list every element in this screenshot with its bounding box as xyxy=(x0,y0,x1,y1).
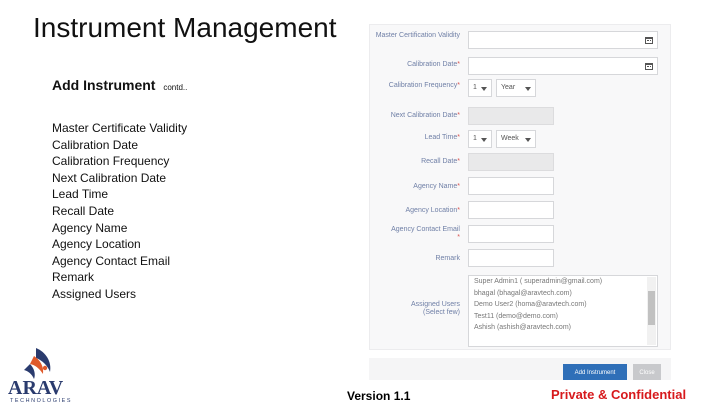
lead-time-label-text: Lead Time xyxy=(424,134,458,141)
recall-date-input xyxy=(468,153,554,171)
field-list-item: Agency Name xyxy=(52,220,128,235)
close-button[interactable]: Close xyxy=(633,364,661,380)
required-mark: * xyxy=(457,61,460,68)
chevron-down-icon xyxy=(525,138,531,142)
agency-email-label: Agency Contact Email * xyxy=(372,226,460,242)
calibration-date-input[interactable] xyxy=(468,57,658,75)
lead-time-unit-value: Week xyxy=(501,135,519,142)
assigned-users-multiselect[interactable]: Super Admin1 ( superadmin@gmail.com) bha… xyxy=(468,275,658,347)
user-option[interactable]: Ashish (ashish@aravtech.com) xyxy=(469,322,657,334)
field-list-item: Lead Time xyxy=(52,187,109,202)
next-calibration-label-text: Next Calibration Date xyxy=(390,112,458,119)
user-option[interactable]: Test11 (demo@demo.com) xyxy=(469,311,657,323)
slide-title: Instrument Management xyxy=(33,12,337,43)
calendar-icon[interactable] xyxy=(645,63,653,70)
next-calibration-label: Next Calibration Date* xyxy=(372,112,460,120)
arav-logo: ARAV TECHNOLOGIES xyxy=(8,348,72,404)
lead-time-number-value: 1 xyxy=(473,135,477,142)
agency-location-label: Agency Location* xyxy=(372,207,461,215)
user-option[interactable]: Super Admin1 ( superadmin@gmail.com) xyxy=(469,276,657,288)
field-list-item: Next Calibration Date xyxy=(52,170,167,185)
required-mark: * xyxy=(457,207,460,214)
lead-time-unit-select[interactable]: Week xyxy=(496,130,536,148)
field-list-item: Recall Date xyxy=(52,203,115,218)
lead-time-label: Lead Time* xyxy=(372,134,460,142)
required-mark: * xyxy=(457,134,460,141)
version-label: Version 1.1 xyxy=(347,389,411,403)
field-list: Master Certificate Validity Calibration … xyxy=(52,120,187,303)
field-list-item: Master Certificate Validity xyxy=(52,121,188,135)
master-cert-label: Master Certification Validity xyxy=(372,32,460,40)
required-mark: * xyxy=(457,112,460,119)
chevron-down-icon xyxy=(481,87,487,91)
users-scrollbar-thumb[interactable] xyxy=(648,291,655,325)
agency-email-label-text: Agency Contact Email xyxy=(391,226,460,233)
chevron-down-icon xyxy=(481,138,487,142)
agency-location-input[interactable] xyxy=(468,201,554,219)
logo-wordmark: ARAV xyxy=(8,377,64,399)
user-option[interactable]: bhagal (bhagal@aravtech.com) xyxy=(469,288,657,300)
user-option[interactable]: Demo User2 (homa@aravtech.com) xyxy=(469,299,657,311)
master-cert-label-text: Master Certification Validity xyxy=(375,32,460,39)
section-heading-text: Add Instrument xyxy=(52,77,156,93)
agency-name-label: Agency Name* xyxy=(372,183,460,191)
calibration-freq-number-value: 1 xyxy=(473,84,477,91)
agency-location-label-text: Agency Location xyxy=(405,207,458,214)
next-calibration-input xyxy=(468,107,554,125)
required-mark: * xyxy=(457,234,460,241)
lead-time-number-select[interactable]: 1 xyxy=(468,130,492,148)
logo-mark xyxy=(24,348,51,379)
field-list-item: Agency Location xyxy=(52,237,141,252)
logo-subtext: TECHNOLOGIES xyxy=(10,398,72,404)
add-instrument-button[interactable]: Add Instrument xyxy=(563,364,627,380)
assigned-users-label-text: Assigned Users xyxy=(410,301,460,308)
required-mark: * xyxy=(457,183,460,190)
calibration-freq-number-select[interactable]: 1 xyxy=(468,79,492,97)
assigned-users-label: Assigned Users (Select few) xyxy=(372,301,460,317)
section-heading: Add Instrument contd.. xyxy=(52,77,187,93)
users-scrollbar[interactable] xyxy=(647,277,656,345)
required-mark: * xyxy=(457,158,460,165)
master-cert-input[interactable] xyxy=(468,31,658,49)
calibration-date-label-text: Calibration Date xyxy=(407,61,458,68)
remark-label-text: Remark xyxy=(435,255,460,262)
field-list-item: Assigned Users xyxy=(52,286,137,301)
agency-email-input[interactable] xyxy=(468,225,554,243)
recall-date-label: Recall Date* xyxy=(372,158,460,166)
instrument-form-panel: Master Certification Validity Calibratio… xyxy=(369,24,671,350)
field-list-item: Agency Contact Email xyxy=(52,253,171,268)
agency-name-label-text: Agency Name xyxy=(413,183,458,190)
calendar-icon[interactable] xyxy=(645,37,653,44)
assigned-users-hint: (Select few) xyxy=(423,309,460,316)
calibration-freq-label: Calibration Frequency* xyxy=(372,82,460,90)
remark-label: Remark xyxy=(372,255,460,263)
field-list-item: Calibration Frequency xyxy=(52,154,170,169)
calibration-freq-unit-value: Year xyxy=(501,84,516,91)
calibration-date-label: Calibration Date* xyxy=(372,61,460,69)
calibration-freq-label-text: Calibration Frequency xyxy=(388,82,458,89)
calibration-freq-unit-select[interactable]: Year xyxy=(496,79,536,97)
confidential-label: Private & Confidential xyxy=(551,387,687,402)
agency-name-input[interactable] xyxy=(468,177,554,195)
field-list-item: Remark xyxy=(52,270,95,285)
remark-input[interactable] xyxy=(468,249,554,267)
recall-date-label-text: Recall Date xyxy=(421,158,458,165)
required-mark: * xyxy=(457,82,460,89)
chevron-down-icon xyxy=(525,87,531,91)
field-list-item: Calibration Date xyxy=(52,137,139,152)
section-heading-suffix: contd.. xyxy=(163,83,188,92)
form-footer: Add Instrument Close xyxy=(369,358,671,380)
